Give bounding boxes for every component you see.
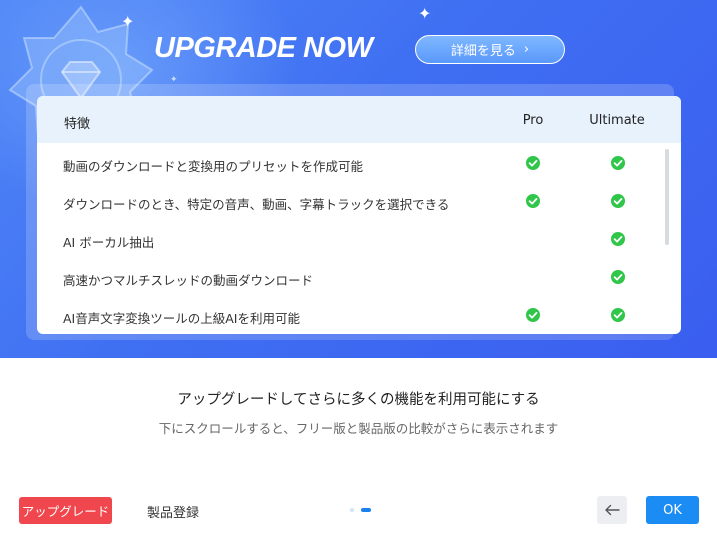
check-circle-icon (611, 308, 625, 322)
pager-dot[interactable] (350, 508, 354, 512)
check-circle-icon (526, 156, 540, 170)
table-scrollbar[interactable] (665, 149, 669, 245)
feature-label: 動画のダウンロードと変換用のプリセットを作成可能 (63, 159, 364, 174)
table-row: ダウンロードのとき、特定の音声、動画、字幕トラックを選択できる (37, 181, 667, 219)
sparkle-icon: ✦ (418, 4, 432, 23)
details-button[interactable]: 詳細を見る › (415, 35, 565, 64)
table-body[interactable]: 動画のダウンロードと変換用のプリセットを作成可能 ダウンロードのとき、特定の音声… (37, 143, 681, 334)
check-circle-icon (611, 194, 625, 208)
back-button[interactable] (597, 496, 627, 524)
promo-headline: アップグレードしてさらに多くの機能を利用可能にする (177, 392, 540, 408)
arrow-left-icon (605, 504, 620, 516)
feature-label: ダウンロードのとき、特定の音声、動画、字幕トラックを選択できる (63, 197, 450, 212)
check-circle-icon (526, 194, 540, 208)
feature-label: AI音声文字変換ツールの上級AIを利用可能 (63, 311, 300, 326)
feature-label: 高速かつマルチスレッドの動画ダウンロード (63, 273, 314, 288)
chevron-right-icon: › (523, 42, 530, 57)
table-row: AI ボーカル抽出 (37, 219, 667, 257)
upgrade-button[interactable]: アップグレード (19, 497, 112, 524)
promo-subtext: 下にスクロールすると、フリー版と製品版の比較がさらに表示されます (158, 421, 559, 436)
header-feature: 特徴 (64, 117, 91, 132)
sparkle-icon: ✦ (121, 12, 135, 31)
details-button-label: 詳細を見る (450, 44, 516, 59)
check-circle-icon (611, 156, 625, 170)
table-row: AI音声文字変換ツールの上級AIを利用可能 (37, 295, 667, 333)
check-circle-icon (611, 232, 625, 246)
check-circle-icon (526, 308, 540, 322)
register-product-link[interactable]: 製品登録 (147, 502, 199, 521)
pager-dot-active[interactable] (361, 508, 371, 512)
upgrade-title: UPGRADE NOW (154, 32, 373, 64)
feature-label: AI ボーカル抽出 (63, 235, 155, 250)
table-row: 高速かつマルチスレッドの動画ダウンロード (37, 257, 667, 295)
ok-button[interactable]: OK (646, 496, 699, 524)
check-circle-icon (611, 270, 625, 284)
header-pro: Pro (522, 113, 544, 128)
table-row: 動画のダウンロードと変換用のプリセットを作成可能 (37, 143, 667, 181)
feature-comparison-table: 特徴 Pro Ultimate 動画のダウンロードと変換用のプリセットを作成可能… (37, 96, 681, 334)
header-ultimate: Ultimate (589, 113, 645, 128)
table-header: 特徴 Pro Ultimate (37, 96, 681, 143)
